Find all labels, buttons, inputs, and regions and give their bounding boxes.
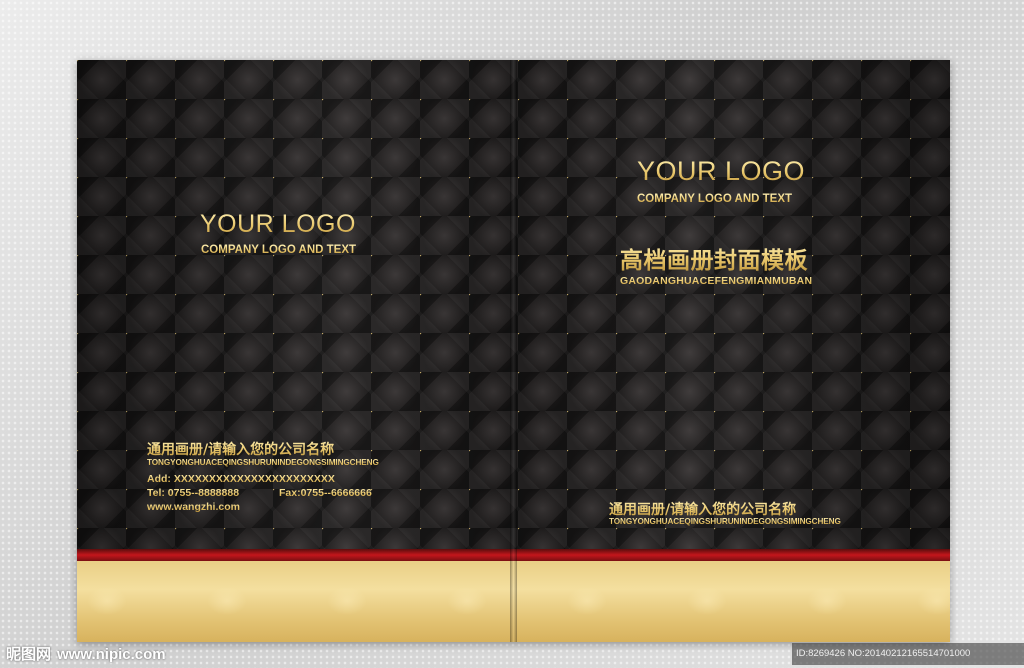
right-title-pinyin: GAODANGHUACEFENGMIANMUBAN [620, 275, 813, 287]
brochure-spine [510, 60, 517, 642]
right-logo-subtitle: COMPANY LOGO AND TEXT [637, 193, 793, 205]
right-company-pinyin: TONGYONGHUACEQINGSHURUNINDEGONGSIMINGCHE… [609, 517, 841, 526]
left-tel: Tel: 0755--8888888 [147, 487, 240, 499]
right-logo: YOUR LOGO [637, 156, 806, 186]
right-title: 高档画册封面模板 [620, 241, 808, 275]
watermark-site-url: www.nipic.com [57, 646, 166, 663]
brochure-spread: YOUR LOGO COMPANY LOGO AND TEXT 通用画册/请输入… [77, 60, 950, 642]
left-website: www.wangzhi.com [147, 501, 240, 513]
watermark-site: 昵图网 www.nipic.com [6, 643, 166, 664]
right-company-name: 通用画册/请输入您的公司名称 [609, 499, 796, 519]
watermark-site-name: 昵图网 [6, 645, 52, 663]
watermark-image-id: ID:8269426 NO:20140212165514701000 [792, 643, 1024, 665]
left-logo-subtitle: COMPANY LOGO AND TEXT [201, 244, 357, 256]
left-logo: YOUR LOGO [200, 210, 356, 238]
left-company-pinyin: TONGYONGHUACEQINGSHURUNINDEGONGSIMINGCHE… [147, 458, 379, 467]
left-address: Add: XXXXXXXXXXXXXXXXXXXXXXX [147, 473, 335, 485]
left-company-name: 通用画册/请输入您的公司名称 [147, 439, 334, 459]
left-fax: Fax:0755--6666666 [279, 487, 372, 499]
